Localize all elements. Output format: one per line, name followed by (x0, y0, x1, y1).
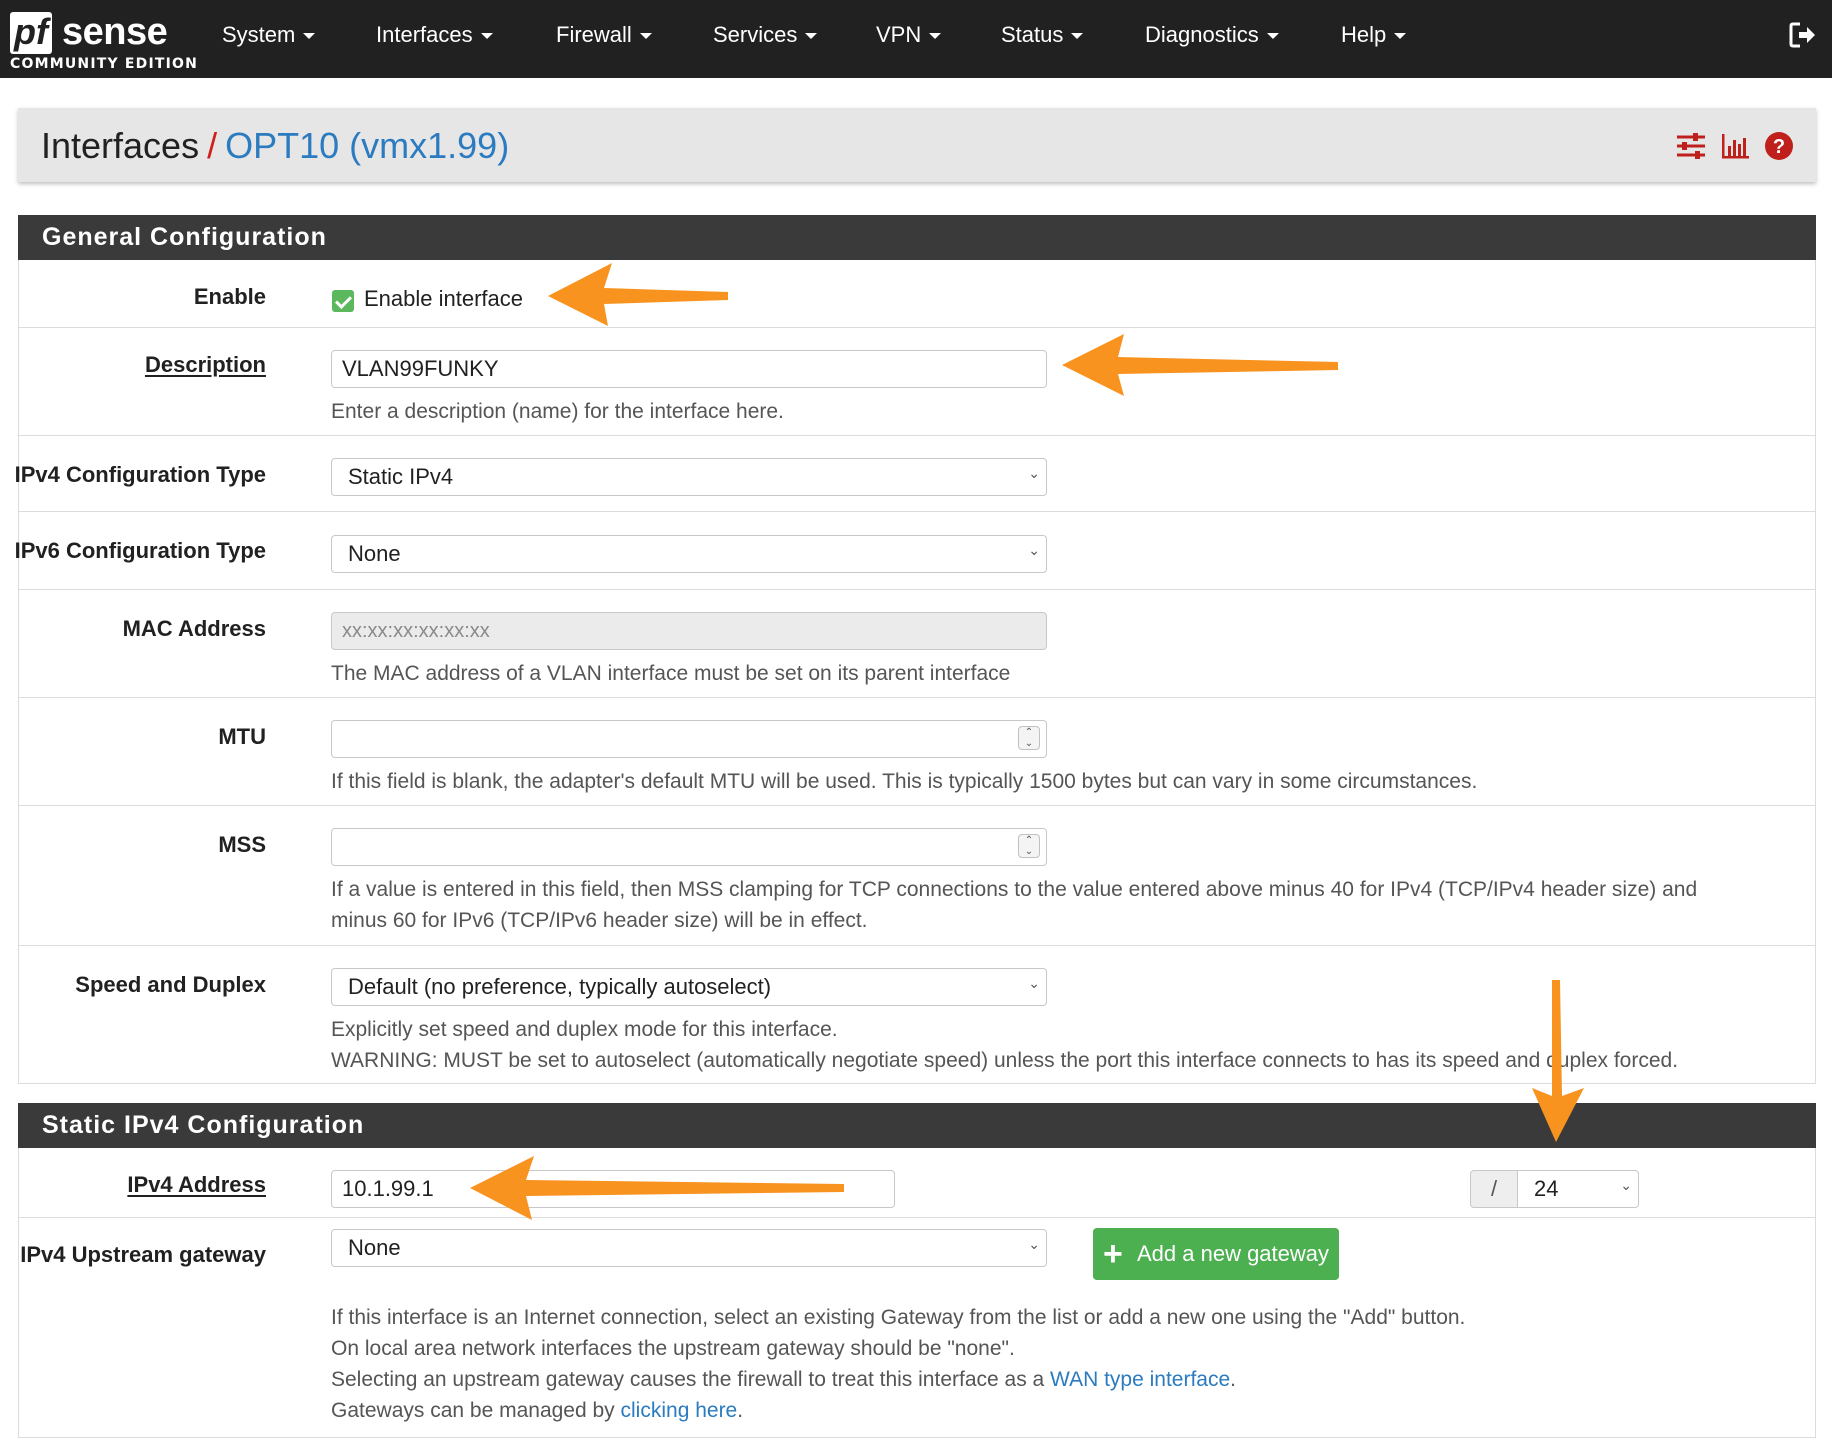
annotation-arrow (1062, 334, 1338, 396)
annotation-arrows (470, 263, 1584, 1220)
annotation-arrow (470, 1156, 844, 1220)
annotation-arrow (1532, 980, 1584, 1142)
annotation-arrow (548, 263, 728, 326)
